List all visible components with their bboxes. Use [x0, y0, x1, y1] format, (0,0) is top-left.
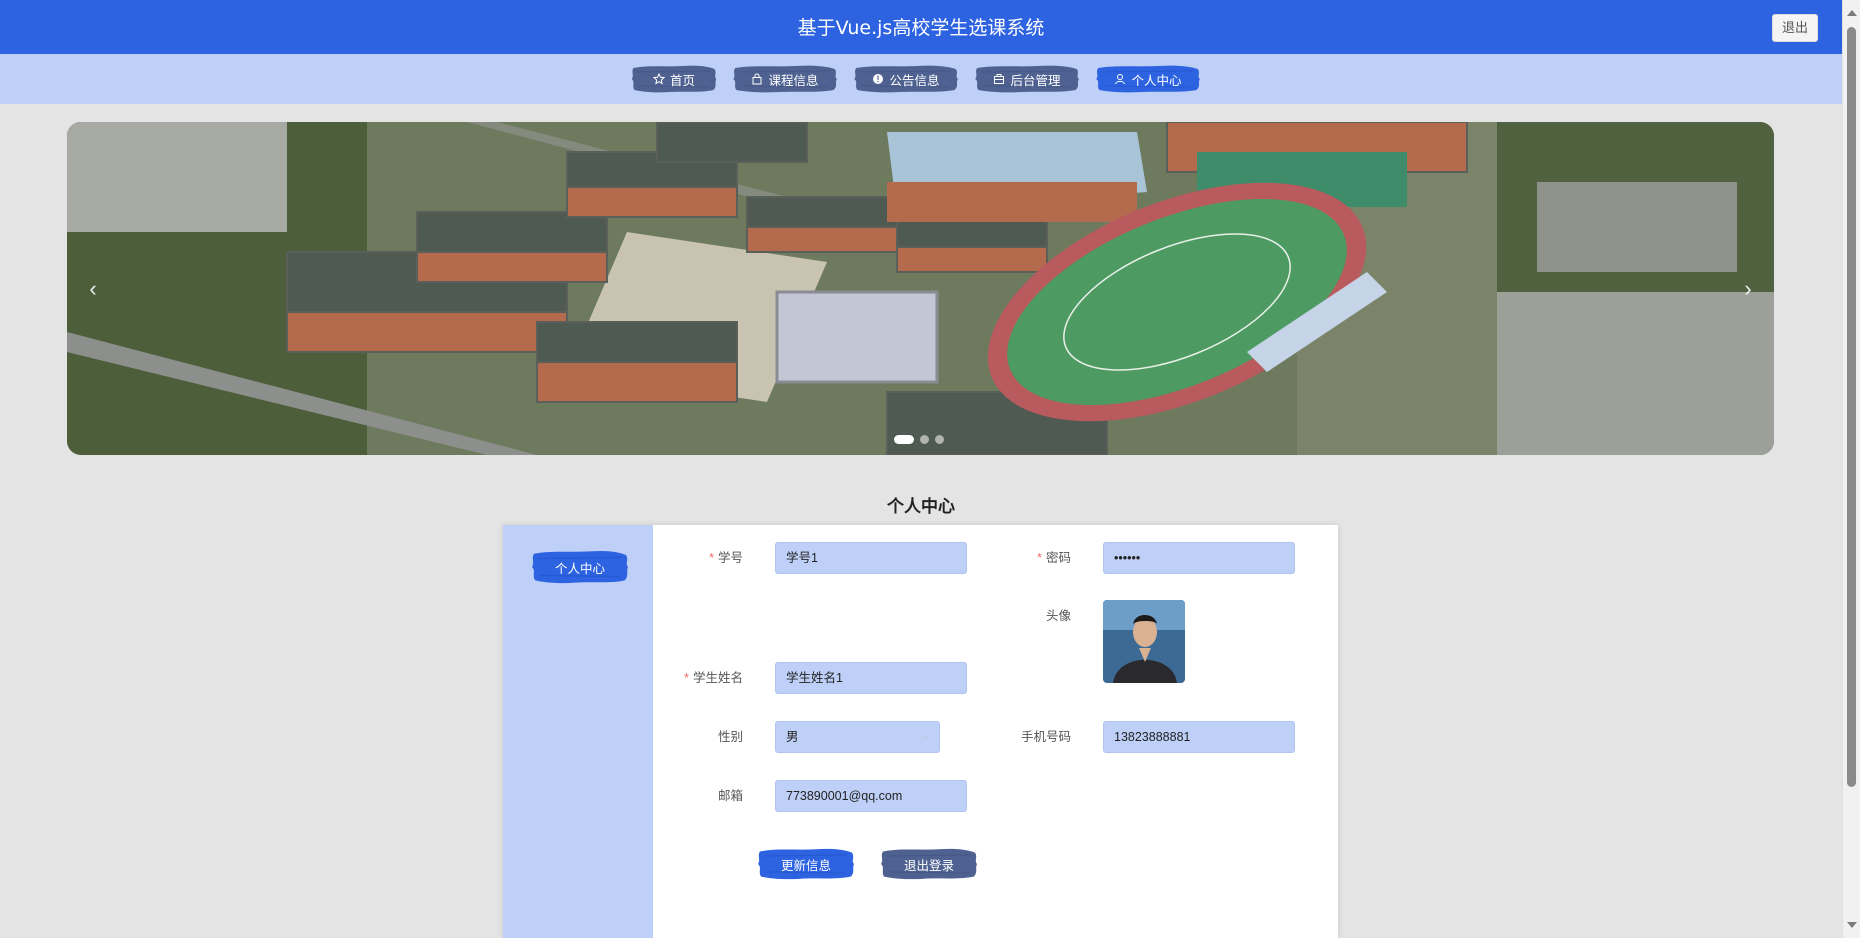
email-field[interactable]: 773890001@qq.com — [775, 780, 967, 812]
profile-card: 个人中心 * 学号 学号1 * 密码 •••••• 头像 * 学生姓名 学生姓名1 性… — [503, 525, 1338, 938]
student-name-field[interactable]: 学生姓名1 — [775, 662, 967, 694]
logout-account-button[interactable]: 退出登录 — [879, 847, 979, 881]
page-scrollbar[interactable] — [1842, 0, 1860, 938]
email-label: 邮箱 — [717, 789, 743, 803]
scrollbar-thumb[interactable] — [1847, 27, 1856, 787]
phone-field[interactable]: 13823888881 — [1103, 721, 1295, 753]
avatar[interactable] — [1103, 600, 1185, 683]
carousel-indicators — [894, 435, 944, 444]
star-icon — [652, 73, 665, 85]
page-title: 个人中心 — [887, 497, 955, 517]
side-item-profile[interactable]: 个人中心 — [530, 549, 630, 585]
info-icon — [873, 74, 884, 84]
side-item-label: 个人中心 — [554, 561, 605, 576]
side-menu: 个人中心 — [503, 525, 653, 938]
nav-item-admin[interactable]: 后台管理 — [973, 64, 1081, 94]
nav-item-home[interactable]: 首页 — [630, 64, 718, 94]
password-field[interactable]: •••••• — [1103, 542, 1295, 574]
nav-label-profile: 个人中心 — [1131, 73, 1182, 88]
chevron-down-icon: ⌵ — [921, 731, 929, 742]
nav-label-home: 首页 — [669, 73, 695, 88]
password-label: * 密码 — [1037, 551, 1071, 565]
student-id-label: * 学号 — [709, 551, 743, 565]
update-info-button[interactable]: 更新信息 — [756, 847, 856, 881]
campus-aerial-image — [67, 122, 1774, 455]
nav-label-notices: 公告信息 — [889, 73, 940, 88]
carousel-dot-2[interactable] — [920, 435, 929, 444]
bag-icon — [752, 73, 762, 85]
briefcase-icon — [994, 74, 1005, 84]
carousel-dot-1[interactable] — [894, 435, 914, 444]
carousel-prev-button[interactable]: ‹ — [83, 272, 103, 306]
avatar-photo — [1103, 600, 1185, 683]
app-title: 基于Vue.js高校学生选课系统 — [797, 17, 1045, 39]
nav-item-profile[interactable]: 个人中心 — [1094, 64, 1202, 94]
carousel-dot-3[interactable] — [935, 435, 944, 444]
avatar-label: 头像 — [1045, 609, 1071, 623]
gender-label: 性别 — [717, 730, 743, 744]
carousel-next-button[interactable]: › — [1738, 272, 1758, 306]
nav-label-courses: 课程信息 — [768, 73, 819, 88]
phone-label: 手机号码 — [1020, 730, 1071, 744]
scroll-down-arrow-icon[interactable] — [1847, 922, 1857, 928]
top-header: 基于Vue.js高校学生选课系统 退出 — [0, 0, 1842, 54]
nav-bar: 首页 课程信息 公告信息 后台管理 个人中心 — [0, 54, 1842, 104]
gender-value: 男 — [786, 730, 799, 744]
logout-button[interactable]: 退出 — [1772, 14, 1818, 42]
nav-label-admin: 后台管理 — [1010, 73, 1061, 88]
student-name-label: * 学生姓名 — [684, 671, 743, 685]
user-icon — [1115, 74, 1126, 85]
gender-select[interactable]: 男 ⌵ — [775, 721, 940, 753]
nav-item-notices[interactable]: 公告信息 — [852, 64, 960, 94]
student-id-field[interactable]: 学号1 — [775, 542, 967, 574]
nav-item-courses[interactable]: 课程信息 — [731, 64, 839, 94]
scroll-up-arrow-icon[interactable] — [1847, 10, 1857, 16]
banner-carousel: ‹ › — [67, 122, 1774, 455]
